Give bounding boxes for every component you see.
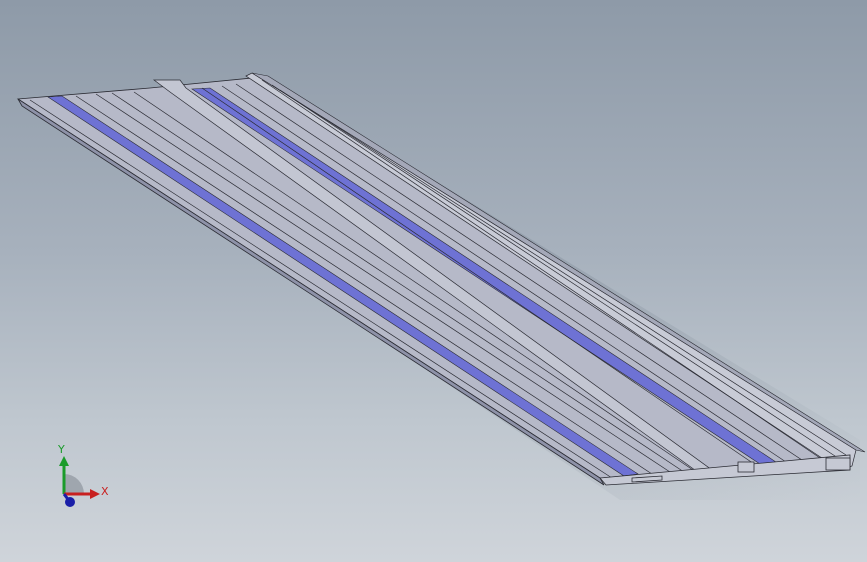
y-axis-arrow-icon bbox=[59, 456, 69, 466]
triad-origin-quarter bbox=[64, 474, 84, 494]
x-axis-arrow-icon bbox=[90, 489, 100, 499]
graphics-viewport[interactable]: Y X bbox=[0, 0, 867, 562]
y-axis-label: Y bbox=[58, 443, 65, 456]
x-axis-label: X bbox=[101, 485, 109, 498]
extrusion-model[interactable] bbox=[0, 0, 867, 562]
coordinate-triad[interactable] bbox=[40, 436, 120, 516]
raised-rib-front[interactable] bbox=[152, 79, 713, 479]
rear-blue-stripe[interactable] bbox=[191, 87, 783, 469]
